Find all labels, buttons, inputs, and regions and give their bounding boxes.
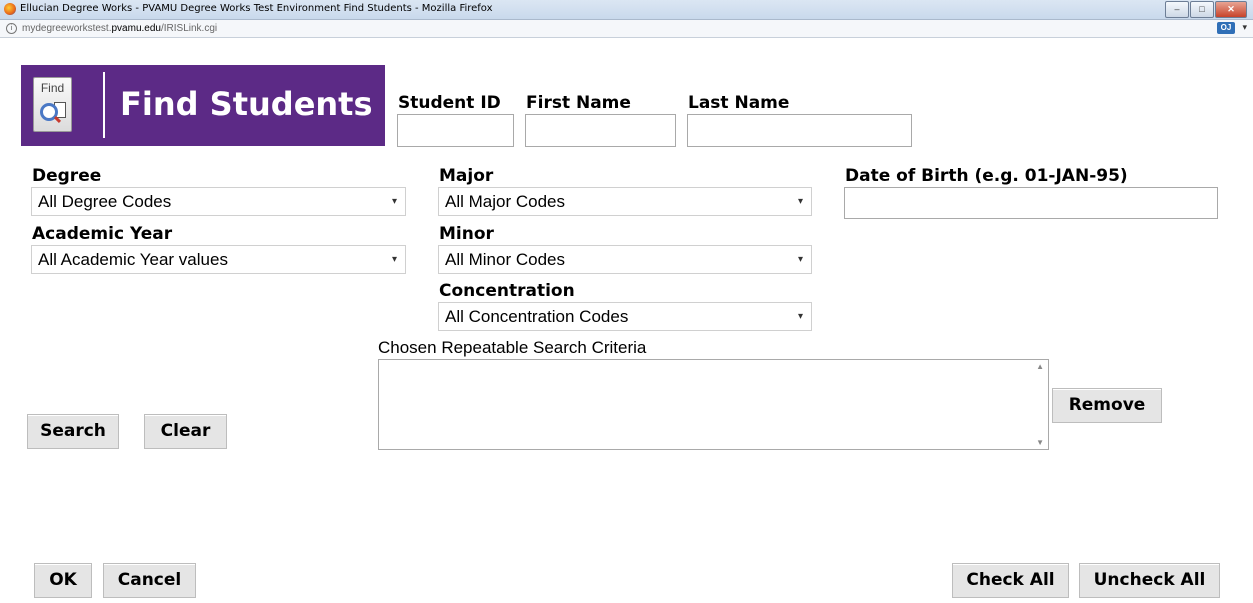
last-name-input[interactable] <box>687 114 912 147</box>
address-bar[interactable]: i mydegreeworkstest.pvamu.edu/IRISLink.c… <box>0 20 1253 38</box>
chevron-down-icon: ▾ <box>797 254 803 265</box>
concentration-label: Concentration <box>439 281 575 301</box>
window-title: Ellucian Degree Works - PVAMU Degree Wor… <box>20 3 493 14</box>
criteria-scrollbar[interactable]: ▲ ▼ <box>1032 360 1048 449</box>
close-icon[interactable]: ✕ <box>1215 1 1247 18</box>
dob-input[interactable] <box>844 187 1218 219</box>
scroll-down-icon[interactable]: ▼ <box>1036 438 1044 447</box>
minor-label: Minor <box>439 224 494 244</box>
extension-menu-icon[interactable]: ▾ <box>1242 22 1247 33</box>
major-label: Major <box>439 166 494 186</box>
info-icon[interactable]: i <box>6 23 17 34</box>
extension-icon[interactable]: OJ <box>1217 22 1235 34</box>
student-id-label: Student ID <box>398 93 501 113</box>
last-name-label: Last Name <box>688 93 790 113</box>
degree-select-value: All Degree Codes <box>38 192 172 211</box>
major-select-value: All Major Codes <box>445 192 565 211</box>
student-id-input[interactable] <box>397 114 514 147</box>
find-icon: Find <box>33 77 72 132</box>
find-students-banner: Find Find Students <box>21 65 385 146</box>
maximize-icon[interactable]: □ <box>1190 1 1214 18</box>
minimize-icon[interactable]: – <box>1165 1 1189 18</box>
chevron-down-icon: ▾ <box>391 254 397 265</box>
clear-button[interactable]: Clear <box>144 414 227 449</box>
window-controls: – □ ✕ <box>1164 1 1247 18</box>
first-name-input[interactable] <box>525 114 676 147</box>
degree-select[interactable]: All Degree Codes ▾ <box>31 187 406 216</box>
concentration-select-value: All Concentration Codes <box>445 307 629 326</box>
search-button[interactable]: Search <box>27 414 119 449</box>
academic-year-label: Academic Year <box>32 224 173 244</box>
remove-button[interactable]: Remove <box>1052 388 1162 423</box>
first-name-label: First Name <box>526 93 631 113</box>
chevron-down-icon: ▾ <box>391 196 397 207</box>
minor-select-value: All Minor Codes <box>445 250 565 269</box>
banner-divider <box>103 72 105 138</box>
page-title: Find Students <box>120 85 373 123</box>
check-all-button[interactable]: Check All <box>952 563 1069 598</box>
chevron-down-icon: ▾ <box>797 196 803 207</box>
find-icon-text: Find <box>40 81 65 95</box>
ok-button[interactable]: OK <box>34 563 92 598</box>
window-titlebar: Ellucian Degree Works - PVAMU Degree Wor… <box>0 0 1253 20</box>
academic-year-select-value: All Academic Year values <box>38 250 228 269</box>
concentration-select[interactable]: All Concentration Codes ▾ <box>438 302 812 331</box>
dob-label: Date of Birth (e.g. 01-JAN-95) <box>845 166 1128 186</box>
major-select[interactable]: All Major Codes ▾ <box>438 187 812 216</box>
url-text: mydegreeworkstest.pvamu.edu/IRISLink.cgi <box>22 23 218 34</box>
firefox-icon <box>4 3 16 15</box>
cancel-button[interactable]: Cancel <box>103 563 196 598</box>
uncheck-all-button[interactable]: Uncheck All <box>1079 563 1220 598</box>
minor-select[interactable]: All Minor Codes ▾ <box>438 245 812 274</box>
chevron-down-icon: ▾ <box>797 311 803 322</box>
criteria-label: Chosen Repeatable Search Criteria <box>378 338 647 357</box>
criteria-listbox[interactable]: ▲ ▼ <box>378 359 1049 450</box>
academic-year-select[interactable]: All Academic Year values ▾ <box>31 245 406 274</box>
degree-label: Degree <box>32 166 102 186</box>
scroll-up-icon[interactable]: ▲ <box>1036 362 1044 371</box>
